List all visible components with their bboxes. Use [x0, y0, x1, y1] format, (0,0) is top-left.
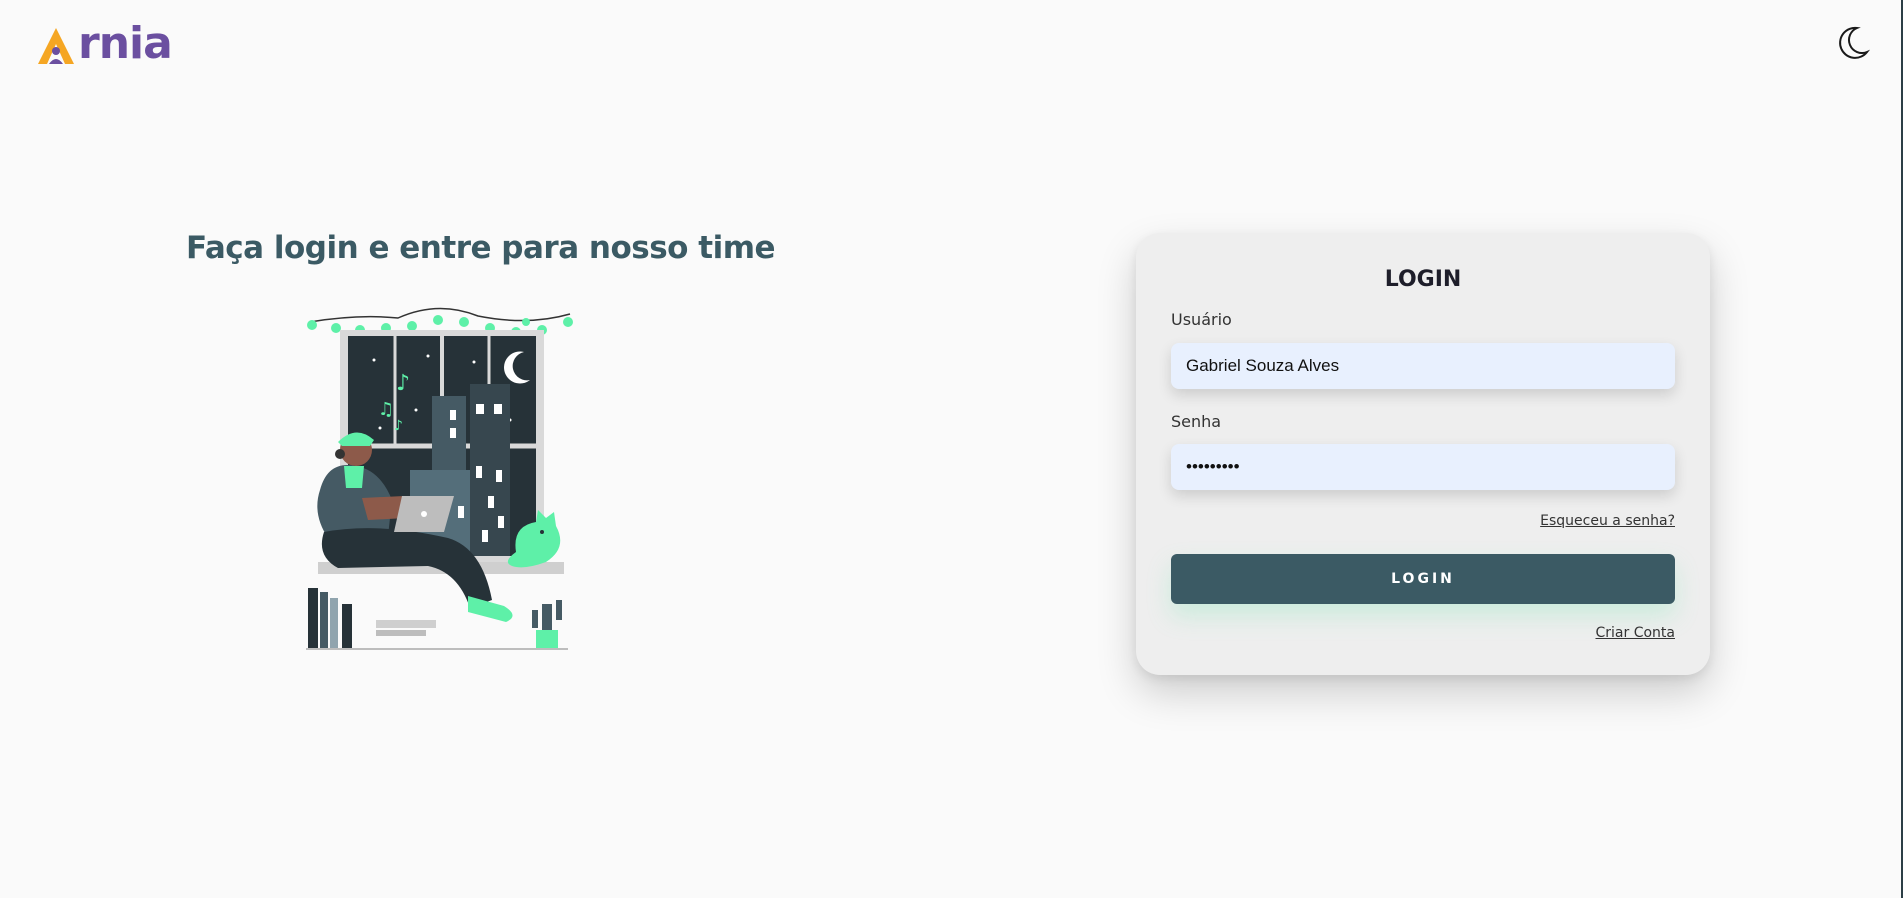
moon-icon [1839, 26, 1871, 59]
logo-text: rnia [78, 18, 173, 69]
password-label: Senha [1171, 412, 1222, 431]
svg-text:♪: ♪ [394, 418, 403, 434]
logo-a-icon [38, 28, 74, 64]
login-card: LOGIN Usuário Senha Esqueceu a senha? LO… [1136, 233, 1710, 675]
login-page: rnia Faça login e entre para nosso time [0, 0, 1903, 898]
username-input[interactable] [1171, 343, 1675, 389]
create-account-link[interactable]: Criar Conta [1596, 625, 1676, 641]
theme-toggle-button[interactable] [1833, 24, 1871, 62]
login-title: LOGIN [1384, 267, 1462, 292]
arnia-logo[interactable]: rnia [36, 18, 173, 69]
login-button[interactable]: LOGIN [1171, 554, 1675, 604]
forgot-password-link[interactable]: Esqueceu a senha? [1540, 513, 1675, 529]
svg-text:♫: ♫ [378, 399, 394, 420]
password-input[interactable] [1171, 444, 1675, 490]
hero-title: Faça login e entre para nosso time [186, 230, 776, 266]
svg-text:♪: ♪ [396, 371, 410, 396]
hero-illustration: ♪ ♫ ♪ [306, 307, 573, 650]
username-label: Usuário [1171, 310, 1232, 329]
